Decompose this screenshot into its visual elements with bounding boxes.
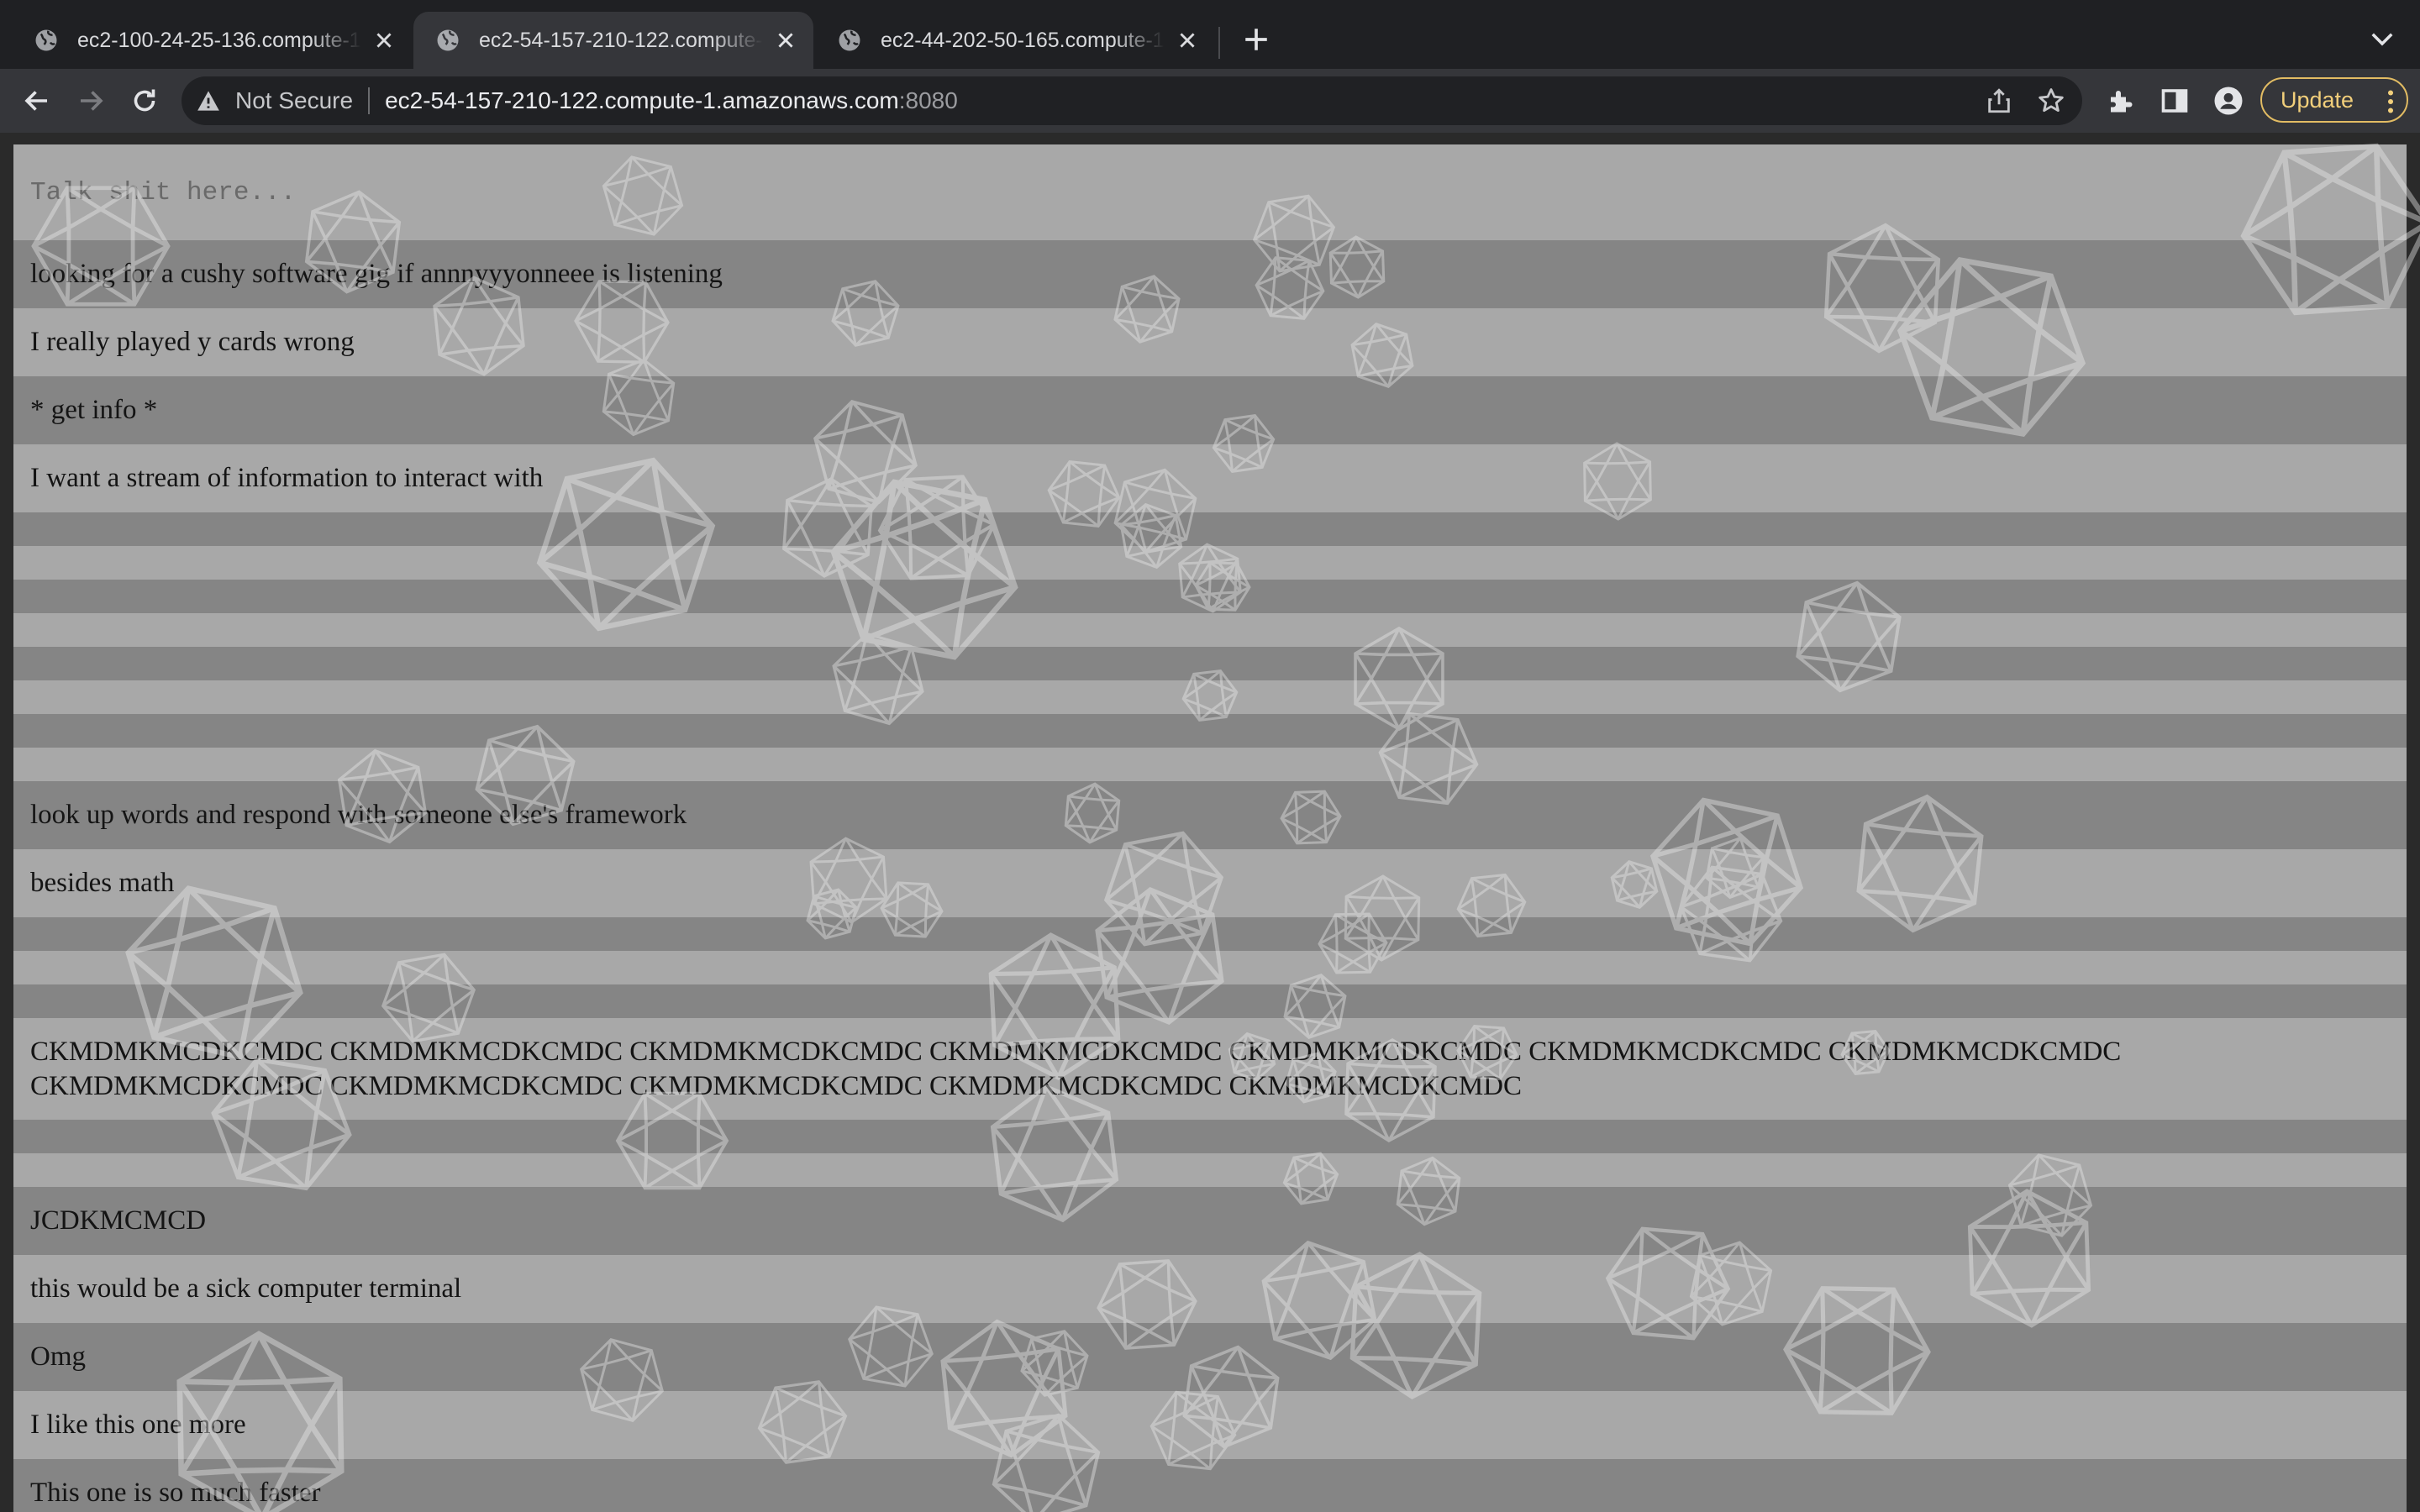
list-item (13, 1120, 2407, 1153)
new-tab-icon[interactable] (1242, 25, 1270, 54)
close-icon[interactable] (1176, 29, 1198, 51)
message-list: looking for a cushy software gig if annn… (13, 240, 2407, 1512)
list-item (13, 613, 2407, 647)
url-host[interactable]: ec2-54-157-210-122.compute-1.amazonaws.c… (385, 87, 899, 114)
profile-icon[interactable] (2213, 86, 2244, 116)
list-item: I really played y cards wrong (13, 308, 2407, 376)
forward-icon[interactable] (76, 86, 106, 116)
side-panel-icon[interactable] (2160, 86, 2190, 116)
list-item: I like this one more (13, 1391, 2407, 1459)
bookmark-star-icon[interactable] (2037, 87, 2065, 115)
chevron-down-icon[interactable] (2370, 30, 2395, 49)
list-item: looking for a cushy software gig if annn… (13, 240, 2407, 308)
tab-separator (1218, 27, 1220, 59)
omnibox-divider (368, 87, 371, 114)
list-item (13, 580, 2407, 613)
update-label: Update (2281, 87, 2354, 113)
list-item (13, 984, 2407, 1018)
list-item: I want a stream of information to intera… (13, 444, 2407, 512)
page-viewport: looking for a cushy software gig if annn… (0, 133, 2420, 1512)
close-icon[interactable] (373, 29, 395, 51)
globe-icon (839, 29, 860, 51)
globe-icon (35, 29, 57, 51)
message-input[interactable] (13, 144, 2407, 240)
list-item: CKMDMKMCDKCMDC CKMDMKMCDKCMDC CKMDMKMCDK… (13, 1018, 2407, 1120)
list-item (13, 917, 2407, 951)
list-item (13, 647, 2407, 680)
tab-title: ec2-44-202-50-165.compute-1.amazonaws.co… (881, 28, 1165, 52)
tab-title: ec2-54-157-210-122.compute-1.amazonaws.c… (479, 28, 763, 52)
list-item: this would be a sick computer terminal (13, 1255, 2407, 1323)
security-label[interactable]: Not Secure (235, 87, 353, 114)
list-item (13, 512, 2407, 546)
list-item: This one is so much faster (13, 1459, 2407, 1512)
message-wall: looking for a cushy software gig if annn… (13, 144, 2407, 1512)
back-icon[interactable] (22, 86, 52, 116)
list-item (13, 546, 2407, 580)
reload-icon[interactable] (129, 86, 160, 116)
list-item: * get info * (13, 376, 2407, 444)
tab-1[interactable]: ec2-100-24-25-136.compute-1.amazonaws.co… (12, 12, 412, 69)
tab-2[interactable]: ec2-54-157-210-122.compute-1.amazonaws.c… (413, 12, 813, 69)
list-item: Omg (13, 1323, 2407, 1391)
list-item: JCDKMCMCD (13, 1187, 2407, 1255)
more-menu-icon[interactable] (2386, 90, 2395, 113)
list-item (13, 951, 2407, 984)
list-item: besides math (13, 849, 2407, 917)
list-item (13, 680, 2407, 714)
close-icon[interactable] (775, 29, 797, 51)
tab-strip: ec2-100-24-25-136.compute-1.amazonaws.co… (0, 0, 2420, 69)
warning-icon[interactable] (197, 90, 220, 112)
globe-icon (437, 29, 459, 51)
extensions-icon[interactable] (2106, 86, 2136, 116)
update-button[interactable]: Update (2260, 77, 2408, 123)
list-item (13, 1153, 2407, 1187)
address-bar[interactable]: Not Secure ec2-54-157-210-122.compute-1.… (182, 76, 2082, 125)
list-item (13, 714, 2407, 748)
list-item (13, 748, 2407, 781)
tab-3[interactable]: ec2-44-202-50-165.compute-1.amazonaws.co… (815, 12, 1215, 69)
tab-title: ec2-100-24-25-136.compute-1.amazonaws.co… (77, 28, 361, 52)
list-item: look up words and respond with someone e… (13, 781, 2407, 849)
url-port[interactable]: :8080 (899, 87, 958, 114)
share-icon[interactable] (1985, 87, 2013, 115)
toolbar: Not Secure ec2-54-157-210-122.compute-1.… (0, 69, 2420, 133)
